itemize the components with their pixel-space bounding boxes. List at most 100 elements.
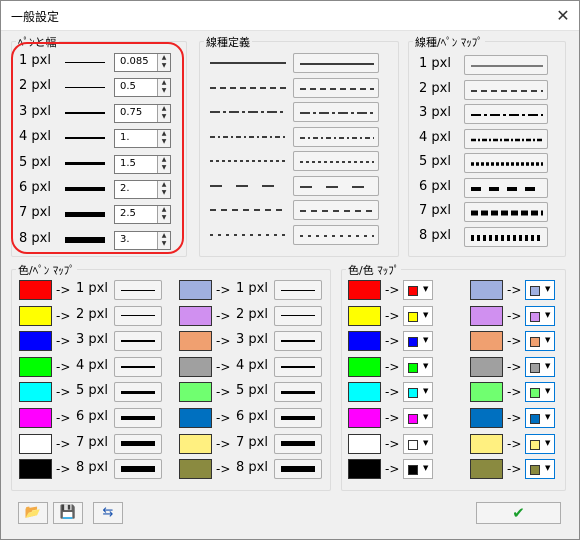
pen-select-button[interactable] (274, 331, 322, 352)
target-color-select[interactable]: ▼ (403, 408, 433, 428)
target-color-select[interactable]: ▼ (403, 305, 433, 326)
pen-width-value[interactable]: 0.085 (120, 56, 149, 67)
pen-select-button[interactable] (114, 280, 162, 300)
color-swatch[interactable] (19, 433, 52, 454)
spin-up-icon[interactable]: ▲ (158, 181, 170, 189)
target-color-select[interactable]: ▼ (525, 433, 555, 454)
pen-width-spinner[interactable]: 0.75 ▲ ▼ (114, 103, 171, 123)
source-color-swatch[interactable] (470, 356, 503, 377)
spinner-arrows[interactable]: ▲ ▼ (157, 79, 170, 97)
linetype-button[interactable] (293, 53, 379, 73)
source-color-swatch[interactable] (470, 408, 503, 428)
close-icon[interactable]: ✕ (551, 4, 575, 28)
pen-width-value[interactable]: 0.75 (120, 107, 142, 118)
pen-width-value[interactable]: 2.5 (120, 208, 136, 219)
source-color-swatch[interactable] (348, 305, 381, 326)
pen-width-spinner[interactable]: 1.5 ▲ ▼ (114, 154, 171, 174)
pen-width-spinner[interactable]: 0.5 ▲ ▼ (114, 78, 171, 98)
spin-down-icon[interactable]: ▼ (158, 62, 170, 70)
spinner-arrows[interactable]: ▲ ▼ (157, 206, 170, 224)
save-button[interactable]: 💾 (53, 502, 83, 524)
linetype-button[interactable] (293, 77, 379, 98)
linetype-pen-button[interactable] (464, 177, 548, 198)
target-color-select[interactable]: ▼ (525, 459, 555, 480)
color-swatch[interactable] (179, 280, 212, 300)
color-swatch[interactable] (19, 305, 52, 326)
pen-select-button[interactable] (114, 356, 162, 377)
pen-select-button[interactable] (114, 331, 162, 352)
open-file-button[interactable]: 📂 (18, 502, 48, 524)
pen-select-button[interactable] (274, 382, 322, 403)
pen-select-button[interactable] (114, 433, 162, 454)
target-color-select[interactable]: ▼ (525, 305, 555, 326)
target-color-select[interactable]: ▼ (403, 331, 433, 352)
linetype-button[interactable] (293, 224, 379, 245)
color-swatch[interactable] (19, 408, 52, 428)
spin-down-icon[interactable]: ▼ (158, 113, 170, 121)
pen-select-button[interactable] (274, 459, 322, 480)
spin-down-icon[interactable]: ▼ (158, 214, 170, 222)
color-swatch[interactable] (179, 305, 212, 326)
spin-up-icon[interactable]: ▲ (158, 54, 170, 62)
linetype-pen-button[interactable] (464, 79, 548, 100)
linetype-button[interactable] (293, 200, 379, 220)
pen-select-button[interactable] (114, 305, 162, 326)
ok-button[interactable]: ✔ (476, 502, 561, 524)
pen-width-spinner[interactable]: 1. ▲ ▼ (114, 129, 171, 149)
linetype-button[interactable] (293, 175, 379, 196)
pen-select-button[interactable] (274, 280, 322, 300)
source-color-swatch[interactable] (348, 459, 381, 480)
spin-up-icon[interactable]: ▲ (158, 105, 170, 113)
spin-down-icon[interactable]: ▼ (158, 138, 170, 146)
source-color-swatch[interactable] (470, 280, 503, 300)
color-swatch[interactable] (179, 408, 212, 428)
linetype-button[interactable] (293, 102, 379, 122)
target-color-select[interactable]: ▼ (403, 356, 433, 377)
spinner-arrows[interactable]: ▲ ▼ (157, 130, 170, 148)
spin-up-icon[interactable]: ▲ (158, 206, 170, 214)
spin-down-icon[interactable]: ▼ (158, 240, 170, 248)
source-color-swatch[interactable] (348, 382, 381, 403)
linetype-pen-button[interactable] (464, 128, 548, 149)
target-color-select[interactable]: ▼ (525, 382, 555, 403)
pen-width-value[interactable]: 2. (120, 183, 130, 194)
target-color-select[interactable]: ▼ (525, 331, 555, 352)
pen-width-value[interactable]: 3. (120, 234, 130, 245)
color-swatch[interactable] (179, 433, 212, 454)
color-swatch[interactable] (179, 382, 212, 403)
source-color-swatch[interactable] (348, 408, 381, 428)
linetype-pen-button[interactable] (464, 226, 548, 247)
spinner-arrows[interactable]: ▲ ▼ (157, 181, 170, 198)
spin-up-icon[interactable]: ▲ (158, 130, 170, 138)
spinner-arrows[interactable]: ▲ ▼ (157, 231, 170, 249)
pen-width-value[interactable]: 1. (120, 132, 130, 143)
target-color-select[interactable]: ▼ (525, 408, 555, 428)
pen-select-button[interactable] (274, 408, 322, 428)
source-color-swatch[interactable] (348, 356, 381, 377)
pen-select-button[interactable] (274, 356, 322, 377)
pen-width-value[interactable]: 1.5 (120, 158, 136, 169)
pen-select-button[interactable] (274, 433, 322, 454)
linetype-button[interactable] (293, 126, 379, 147)
swap-button[interactable]: ⇆ (93, 502, 123, 524)
linetype-pen-button[interactable] (464, 153, 548, 173)
target-color-select[interactable]: ▼ (525, 280, 555, 300)
pen-select-button[interactable] (114, 459, 162, 480)
color-swatch[interactable] (19, 382, 52, 403)
pen-width-spinner[interactable]: 0.085 ▲ ▼ (114, 53, 171, 72)
color-swatch[interactable] (179, 459, 212, 480)
spin-up-icon[interactable]: ▲ (158, 156, 170, 164)
color-swatch[interactable] (179, 331, 212, 352)
pen-width-spinner[interactable]: 2. ▲ ▼ (114, 180, 171, 199)
color-swatch[interactable] (19, 280, 52, 300)
linetype-pen-button[interactable] (464, 202, 548, 222)
pen-select-button[interactable] (114, 382, 162, 403)
pen-width-spinner[interactable]: 2.5 ▲ ▼ (114, 205, 171, 225)
source-color-swatch[interactable] (348, 433, 381, 454)
color-swatch[interactable] (179, 356, 212, 377)
source-color-swatch[interactable] (470, 433, 503, 454)
source-color-swatch[interactable] (470, 305, 503, 326)
source-color-swatch[interactable] (348, 280, 381, 300)
pen-width-spinner[interactable]: 3. ▲ ▼ (114, 230, 171, 250)
target-color-select[interactable]: ▼ (403, 382, 433, 403)
